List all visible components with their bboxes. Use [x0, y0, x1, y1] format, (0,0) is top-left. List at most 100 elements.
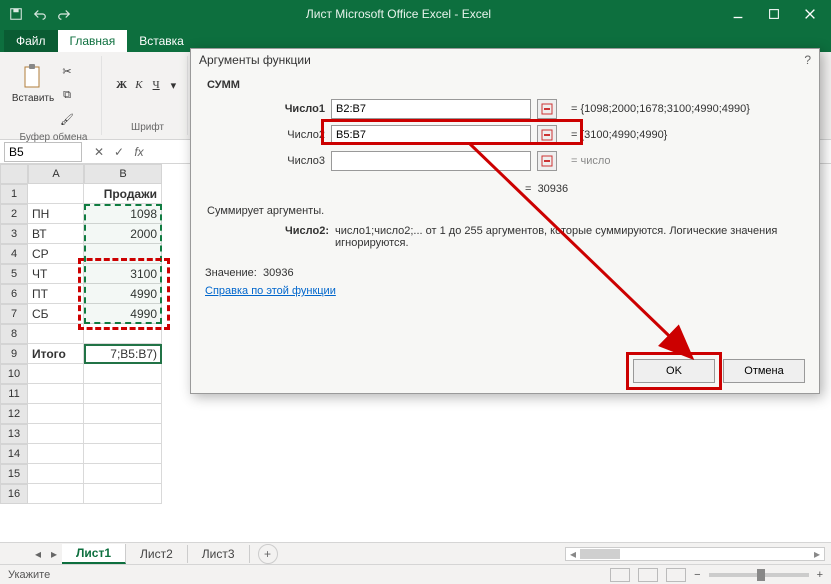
- cell[interactable]: [28, 424, 84, 444]
- format-painter-icon[interactable]: 🖌: [56, 108, 78, 130]
- dialog-help-icon[interactable]: ?: [804, 53, 811, 67]
- cell[interactable]: [84, 384, 162, 404]
- value-label: Значение:: [205, 267, 257, 279]
- row-header[interactable]: 2: [0, 204, 28, 224]
- cell[interactable]: [28, 464, 84, 484]
- row-header[interactable]: 10: [0, 364, 28, 384]
- row-header[interactable]: 3: [0, 224, 28, 244]
- cell[interactable]: 4990: [84, 304, 162, 324]
- sheet-nav-next-icon[interactable]: ▸: [46, 546, 62, 562]
- cell[interactable]: СР: [28, 244, 84, 264]
- cell[interactable]: [28, 324, 84, 344]
- row-header[interactable]: 15: [0, 464, 28, 484]
- collapse-dialog-icon[interactable]: [537, 125, 557, 145]
- page-layout-view-icon[interactable]: [638, 568, 658, 582]
- sheet-nav-prev-icon[interactable]: ◂: [30, 546, 46, 562]
- cell[interactable]: [28, 384, 84, 404]
- collapse-dialog-icon[interactable]: [537, 99, 557, 119]
- maximize-button[interactable]: [759, 4, 789, 24]
- minimize-button[interactable]: [723, 4, 753, 24]
- cut-icon[interactable]: ✂: [56, 60, 78, 82]
- zoom-out-icon[interactable]: −: [694, 569, 700, 581]
- cell[interactable]: [84, 244, 162, 264]
- paste-button[interactable]: Вставить: [12, 58, 54, 108]
- row-header[interactable]: 12: [0, 404, 28, 424]
- cell[interactable]: Продажи: [84, 184, 162, 204]
- help-link[interactable]: Справка по этой функции: [205, 285, 336, 297]
- save-icon[interactable]: [6, 4, 26, 24]
- cell[interactable]: [28, 484, 84, 504]
- cell[interactable]: [84, 364, 162, 384]
- cancel-button[interactable]: Отмена: [723, 359, 805, 383]
- title-bar: Лист Microsoft Office Excel - Excel: [0, 0, 831, 28]
- cell[interactable]: [28, 444, 84, 464]
- cell[interactable]: ПН: [28, 204, 84, 224]
- tab-file[interactable]: Файл: [4, 30, 58, 52]
- quick-access-toolbar: [6, 4, 74, 24]
- bold-button[interactable]: Ж: [114, 76, 129, 94]
- row-header[interactable]: 16: [0, 484, 28, 504]
- fx-icon[interactable]: fx: [130, 143, 148, 161]
- undo-icon[interactable]: [30, 4, 50, 24]
- function-arguments-dialog: Аргументы функции ? СУММ Число1 = {1098;…: [190, 48, 820, 394]
- cell[interactable]: Итого: [28, 344, 84, 364]
- cell[interactable]: [84, 464, 162, 484]
- redo-icon[interactable]: [54, 4, 74, 24]
- cell[interactable]: СБ: [28, 304, 84, 324]
- cell[interactable]: 2000: [84, 224, 162, 244]
- italic-button[interactable]: К: [131, 76, 146, 94]
- copy-icon[interactable]: ⧉: [56, 84, 78, 106]
- zoom-slider[interactable]: [709, 573, 809, 577]
- column-header[interactable]: A: [28, 164, 84, 184]
- row-header[interactable]: 5: [0, 264, 28, 284]
- cell[interactable]: ВТ: [28, 224, 84, 244]
- row-header[interactable]: 8: [0, 324, 28, 344]
- tab-insert[interactable]: Вставка: [127, 30, 196, 52]
- row-header[interactable]: 6: [0, 284, 28, 304]
- cell[interactable]: [84, 444, 162, 464]
- cell[interactable]: 1098: [84, 204, 162, 224]
- chevron-down-icon[interactable]: ▾: [166, 76, 181, 94]
- cell[interactable]: [84, 324, 162, 344]
- tab-home[interactable]: Главная: [58, 30, 128, 52]
- underline-button[interactable]: Ч: [149, 76, 164, 94]
- cell[interactable]: [28, 364, 84, 384]
- arg3-input[interactable]: [331, 151, 531, 171]
- cell[interactable]: [28, 184, 84, 204]
- cell[interactable]: [84, 404, 162, 424]
- zoom-in-icon[interactable]: +: [817, 569, 823, 581]
- cell[interactable]: ПТ: [28, 284, 84, 304]
- row-header[interactable]: 13: [0, 424, 28, 444]
- normal-view-icon[interactable]: [610, 568, 630, 582]
- cell[interactable]: [84, 484, 162, 504]
- cell[interactable]: 4990: [84, 284, 162, 304]
- enter-formula-icon[interactable]: ✓: [110, 143, 128, 161]
- row-header[interactable]: 1: [0, 184, 28, 204]
- close-button[interactable]: [795, 4, 825, 24]
- collapse-dialog-icon[interactable]: [537, 151, 557, 171]
- name-box[interactable]: [4, 142, 82, 162]
- cell[interactable]: 7;B5:B7): [84, 344, 162, 364]
- row-header[interactable]: 9: [0, 344, 28, 364]
- sheet-tab[interactable]: Лист1: [62, 544, 126, 564]
- cell[interactable]: [84, 424, 162, 444]
- page-break-view-icon[interactable]: [666, 568, 686, 582]
- cell[interactable]: 3100: [84, 264, 162, 284]
- arg2-input[interactable]: [331, 125, 531, 145]
- new-sheet-button[interactable]: +: [258, 544, 278, 564]
- arg3-result: число: [580, 155, 610, 167]
- row-header[interactable]: 4: [0, 244, 28, 264]
- row-header[interactable]: 7: [0, 304, 28, 324]
- arg1-input[interactable]: [331, 99, 531, 119]
- horizontal-scrollbar[interactable]: ◂ ▸: [565, 547, 825, 561]
- cell[interactable]: [28, 404, 84, 424]
- row-header[interactable]: 11: [0, 384, 28, 404]
- row-header[interactable]: 14: [0, 444, 28, 464]
- sheet-tab[interactable]: Лист3: [188, 545, 250, 563]
- sheet-tab[interactable]: Лист2: [126, 545, 188, 563]
- ok-button[interactable]: OK: [633, 359, 715, 383]
- cell[interactable]: ЧТ: [28, 264, 84, 284]
- column-header[interactable]: B: [84, 164, 162, 184]
- cancel-formula-icon[interactable]: ✕: [90, 143, 108, 161]
- select-all-corner[interactable]: [0, 164, 28, 184]
